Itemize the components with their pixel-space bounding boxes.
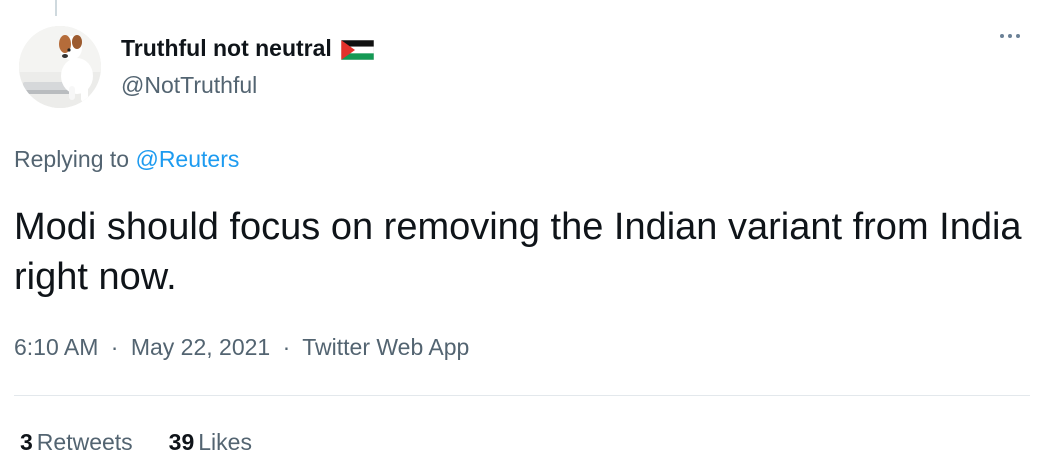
likes-count: 39 bbox=[168, 429, 195, 455]
palestine-flag-icon bbox=[340, 39, 375, 60]
retweets-label: Retweets bbox=[36, 429, 133, 455]
tweet-date[interactable]: May 22, 2021 bbox=[131, 334, 270, 360]
thread-connector-line bbox=[55, 0, 57, 16]
tweet-meta: 6:10 AM · May 22, 2021 · Twitter Web App bbox=[14, 334, 469, 361]
divider bbox=[14, 395, 1030, 396]
tweet-time[interactable]: 6:10 AM bbox=[14, 334, 98, 360]
user-handle[interactable]: @NotTruthful bbox=[121, 72, 257, 99]
meta-separator: · bbox=[282, 334, 291, 360]
more-dots-icon[interactable] bbox=[1000, 34, 1020, 38]
display-name-text: Truthful not neutral bbox=[121, 35, 332, 61]
retweets-stat[interactable]: 3 Retweets bbox=[20, 429, 133, 456]
replying-to: Replying to @Reuters bbox=[14, 146, 239, 173]
user-display-name[interactable]: Truthful not neutral bbox=[121, 35, 375, 62]
tweet-text: Modi should focus on removing the Indian… bbox=[14, 206, 1022, 298]
tweet-source-app[interactable]: Twitter Web App bbox=[302, 334, 469, 360]
reply-mention-link[interactable]: @Reuters bbox=[135, 146, 239, 172]
replying-to-prefix: Replying to bbox=[14, 146, 130, 172]
retweets-count: 3 bbox=[20, 429, 33, 455]
avatar[interactable] bbox=[19, 26, 101, 108]
tweet-stats: 3 Retweets 39 Likes bbox=[20, 429, 252, 456]
dog-avatar-image bbox=[19, 26, 101, 108]
likes-stat[interactable]: 39 Likes bbox=[169, 429, 252, 456]
meta-separator: · bbox=[110, 334, 119, 360]
likes-label: Likes bbox=[198, 429, 252, 455]
